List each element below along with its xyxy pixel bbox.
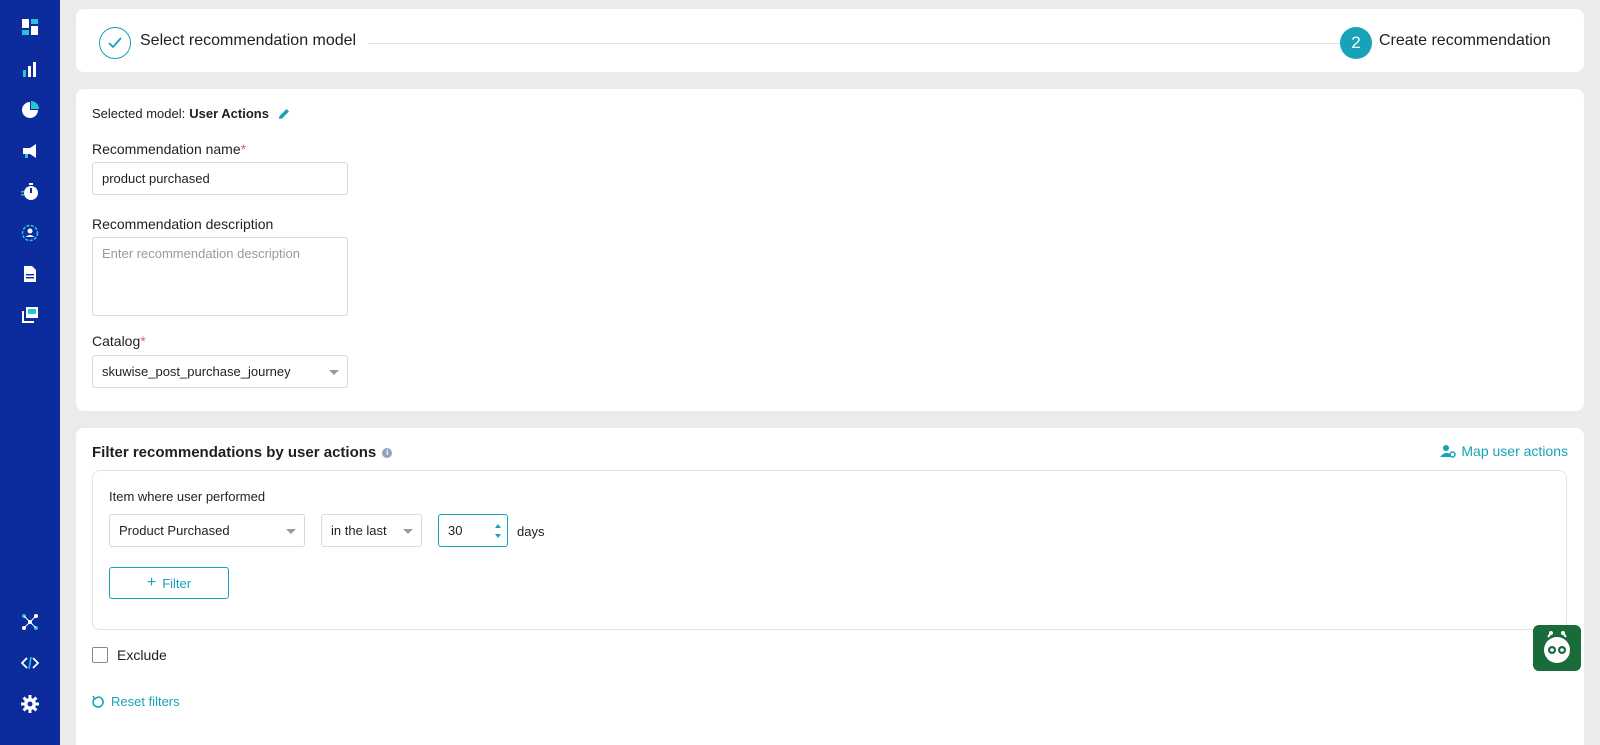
recommendation-form: Selected model: User Actions Recommendat… bbox=[76, 89, 1584, 411]
filter-title: Filter recommendations by user actions i bbox=[92, 444, 393, 461]
description-label: Recommendation description bbox=[92, 216, 274, 232]
chevron-down-icon bbox=[329, 370, 339, 375]
sidebar bbox=[0, 0, 60, 745]
catalog-label: Catalog* bbox=[92, 333, 146, 349]
user-target-icon[interactable] bbox=[18, 221, 42, 245]
user-action-value: Product Purchased bbox=[119, 523, 230, 538]
reset-filters-link[interactable]: Reset filters bbox=[91, 694, 180, 709]
timeframe-value: in the last bbox=[331, 523, 387, 538]
edit-pencil-icon[interactable] bbox=[277, 107, 291, 121]
step-connector bbox=[368, 43, 1354, 44]
recommendation-description-textarea[interactable] bbox=[92, 237, 348, 316]
integrations-hub-icon[interactable] bbox=[18, 610, 42, 634]
step-2-number: 2 bbox=[1340, 27, 1372, 59]
analytics-bar-chart-icon[interactable] bbox=[18, 57, 42, 81]
reset-rotate-icon bbox=[92, 695, 104, 708]
selected-model-prefix: Selected model: bbox=[92, 106, 186, 121]
code-icon[interactable] bbox=[18, 651, 42, 675]
user-action-select[interactable]: Product Purchased bbox=[109, 514, 305, 547]
recommendation-name-input[interactable] bbox=[92, 162, 348, 195]
step-1-label[interactable]: Select recommendation model bbox=[140, 32, 356, 50]
name-label: Recommendation name* bbox=[92, 141, 247, 157]
user-settings-icon bbox=[1440, 445, 1457, 458]
step-2-label: Create recommendation bbox=[1379, 32, 1551, 49]
add-filter-button[interactable]: + Filter bbox=[109, 567, 229, 599]
dashboard-icon[interactable] bbox=[18, 15, 42, 39]
selected-model: Selected model: User Actions bbox=[92, 106, 291, 121]
stepper: Select recommendation model 2 Create rec… bbox=[76, 9, 1584, 72]
days-number-input[interactable]: 30 bbox=[438, 514, 508, 547]
plus-icon: + bbox=[146, 574, 157, 591]
filter-rule-box: Item where user performed Product Purcha… bbox=[92, 470, 1567, 630]
stopwatch-icon[interactable] bbox=[18, 180, 42, 204]
info-icon[interactable]: i bbox=[382, 447, 393, 458]
days-value: 30 bbox=[448, 523, 463, 538]
map-user-actions-link[interactable]: Map user actions bbox=[1440, 443, 1568, 459]
exclude-checkbox[interactable] bbox=[92, 647, 108, 663]
document-icon[interactable] bbox=[18, 262, 42, 286]
settings-gear-icon[interactable] bbox=[18, 692, 42, 716]
exclude-option[interactable]: Exclude bbox=[92, 647, 167, 663]
campaigns-megaphone-icon[interactable] bbox=[18, 139, 42, 163]
filter-section: Filter recommendations by user actions i… bbox=[76, 428, 1584, 745]
catalog-select-value: skuwise_post_purchase_journey bbox=[102, 364, 291, 379]
chevron-down-icon bbox=[286, 529, 296, 534]
timeframe-select[interactable]: in the last bbox=[321, 514, 422, 547]
pie-chart-icon[interactable] bbox=[18, 98, 42, 122]
robot-icon bbox=[1544, 631, 1570, 663]
gallery-stack-icon[interactable] bbox=[18, 303, 42, 327]
chevron-down-icon bbox=[403, 529, 413, 534]
exclude-label: Exclude bbox=[117, 647, 167, 663]
catalog-select[interactable]: skuwise_post_purchase_journey bbox=[92, 355, 348, 388]
selected-model-value: User Actions bbox=[189, 106, 269, 121]
number-spinner-icon[interactable] bbox=[494, 522, 502, 540]
days-unit-label: days bbox=[517, 524, 545, 539]
item-performed-label: Item where user performed bbox=[109, 489, 266, 504]
chat-bot-button[interactable] bbox=[1533, 625, 1581, 671]
step-completed-check-icon bbox=[99, 27, 131, 59]
